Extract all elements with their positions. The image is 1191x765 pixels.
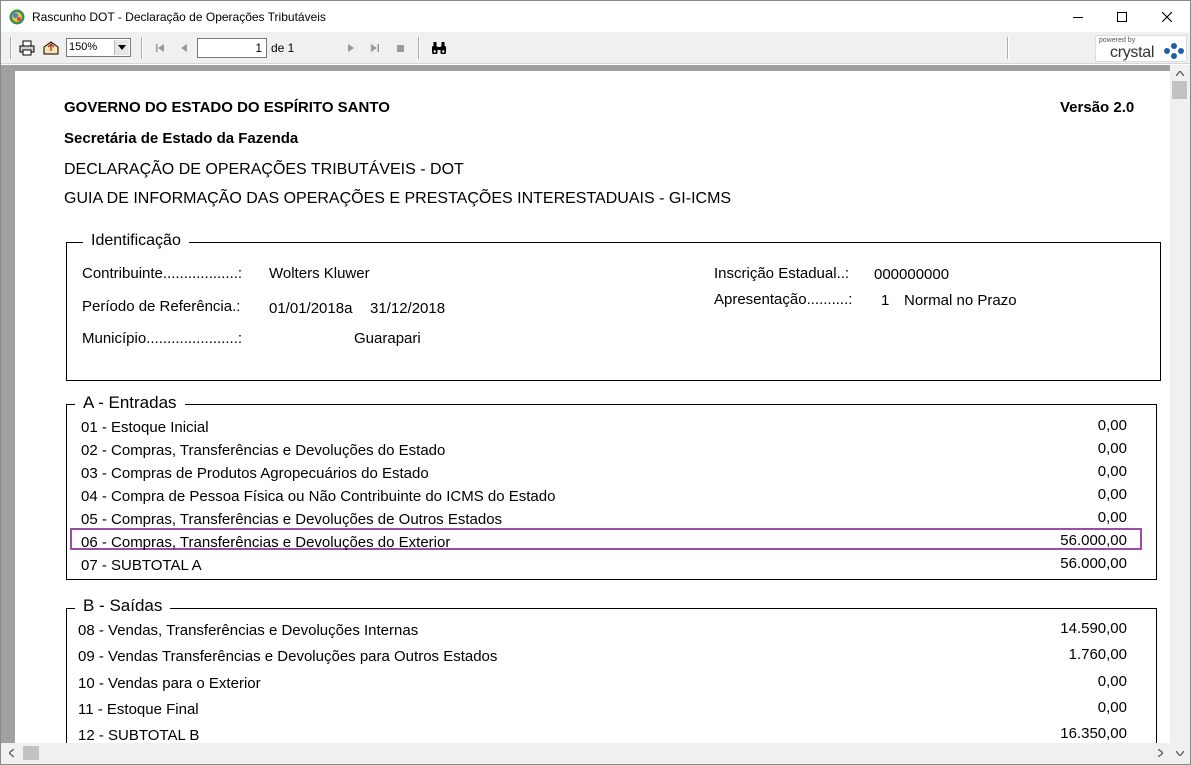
municipio-value: Guarapari <box>354 330 421 347</box>
report-version: Versão 2.0 <box>1060 99 1135 116</box>
app-icon <box>9 9 25 25</box>
minimize-button[interactable] <box>1055 1 1101 32</box>
inscricao-label: Inscrição Estadual..: <box>714 265 850 282</box>
entradas-row-value: 0,00 <box>1097 417 1127 434</box>
scroll-right-icon[interactable] <box>1152 745 1168 761</box>
scroll-left-icon[interactable] <box>3 745 19 761</box>
report-department: Secretária de Estado da Fazenda <box>64 130 299 147</box>
report-viewer-window: Rascunho DOT - Declaração de Operações T… <box>0 0 1191 765</box>
periodo-label: Período de Referência.: <box>82 298 241 315</box>
search-binoculars-icon[interactable] <box>430 39 448 57</box>
report-subtitle: GUIA DE INFORMAÇÃO DAS OPERAÇÕES E PREST… <box>64 190 732 207</box>
crystal-powered-by: powered by <box>1099 37 1136 44</box>
entradas-row-label: 02 - Compras, Transferências e Devoluçõe… <box>81 442 446 459</box>
chevron-down-icon[interactable] <box>114 40 129 55</box>
page-number-input[interactable]: 1 <box>197 38 267 58</box>
scrollbar-corner <box>1170 743 1190 764</box>
horizontal-scroll-thumb[interactable] <box>23 746 39 760</box>
saidas-row-label: 12 - SUBTOTAL B <box>78 727 200 744</box>
entradas-legend: A - Entradas <box>75 393 185 413</box>
toolbar-separator <box>141 37 143 59</box>
periodo-fim: 31/12/2018 <box>370 300 446 317</box>
entradas-row-label: 07 - SUBTOTAL A <box>81 557 202 574</box>
report-org-title: GOVERNO DO ESTADO DO ESPÍRITO SANTO <box>64 99 390 116</box>
vertical-scroll-thumb[interactable] <box>1172 81 1187 99</box>
periodo-inicio: 01/01/2018a <box>269 300 353 317</box>
inscricao-value: 000000000 <box>874 266 950 283</box>
zoom-select[interactable]: 150% <box>66 38 131 57</box>
title-bar: Rascunho DOT - Declaração de Operações T… <box>1 1 1190 32</box>
scroll-down-icon[interactable] <box>1172 745 1188 761</box>
saidas-row-value: 0,00 <box>1097 699 1127 716</box>
crystal-dots-icon <box>1164 43 1184 59</box>
saidas-row-label: 10 - Vendas para o Exterior <box>78 675 261 692</box>
apresentacao-label: Apresentação..........: <box>714 291 853 308</box>
entradas-row-label: 03 - Compras de Produtos Agropecuários d… <box>81 465 429 482</box>
vertical-scrollbar[interactable] <box>1170 65 1190 743</box>
entradas-row-value: 56.000,00 <box>1060 555 1127 572</box>
stop-icon[interactable] <box>391 39 409 57</box>
saidas-row-value: 0,00 <box>1097 673 1127 690</box>
report-page: GOVERNO DO ESTADO DO ESPÍRITO SANTO Vers… <box>15 71 1170 764</box>
report-title: DECLARAÇÃO DE OPERAÇÕES TRIBUTÁVEIS - DO… <box>64 161 464 178</box>
zoom-value: 150% <box>69 41 98 53</box>
apresentacao-code: 1 <box>881 292 890 309</box>
entradas-row-label: 01 - Estoque Inicial <box>81 419 209 436</box>
municipio-label: Município......................: <box>82 330 243 347</box>
scroll-up-icon[interactable] <box>1172 65 1188 81</box>
page-count-label: de 1 <box>271 41 295 55</box>
last-page-icon[interactable] <box>366 39 384 57</box>
apresentacao-value: Normal no Prazo <box>904 292 1017 309</box>
entradas-row-label: 05 - Compras, Transferências e Devoluçõe… <box>81 511 503 528</box>
crystal-logo: powered by crystal <box>1095 35 1187 62</box>
entradas-row-label: 06 - Compras, Transferências e Devoluçõe… <box>81 534 451 551</box>
saidas-row-label: 08 - Vendas, Transferências e Devoluções… <box>78 622 419 639</box>
first-page-icon[interactable] <box>151 39 169 57</box>
saidas-row-value: 14.590,00 <box>1060 620 1127 637</box>
entradas-row-value: 0,00 <box>1097 463 1127 480</box>
toolbar-separator <box>418 37 420 59</box>
contribuinte-value: Wolters Kluwer <box>269 265 370 282</box>
saidas-row-value: 1.760,00 <box>1068 646 1127 663</box>
window-title: Rascunho DOT - Declaração de Operações T… <box>32 10 326 24</box>
entradas-row-label: 04 - Compra de Pessoa Física ou Não Cont… <box>81 488 556 505</box>
saidas-row-value: 16.350,00 <box>1060 725 1127 742</box>
saidas-legend: B - Saídas <box>75 596 171 616</box>
entradas-row-value: 56.000,00 <box>1060 532 1127 549</box>
saidas-row-label: 09 - Vendas Transferências e Devoluções … <box>78 648 498 665</box>
toolbar: 150% 1 de 1 powered by crystal <box>1 32 1190 64</box>
contribuinte-label: Contribuinte..................: <box>82 265 243 282</box>
toolbar-separator <box>1007 37 1009 59</box>
previous-page-icon[interactable] <box>175 39 193 57</box>
horizontal-scrollbar[interactable] <box>1 743 1170 764</box>
entradas-row-value: 0,00 <box>1097 486 1127 503</box>
crystal-wordmark: crystal <box>1110 44 1155 61</box>
toolbar-grip <box>10 37 12 59</box>
report-viewport: GOVERNO DO ESTADO DO ESPÍRITO SANTO Vers… <box>1 65 1170 764</box>
identificacao-legend: Identificação <box>83 232 189 250</box>
print-icon[interactable] <box>18 39 36 57</box>
close-button[interactable] <box>1144 1 1190 32</box>
export-icon[interactable] <box>42 39 60 57</box>
saidas-row-label: 11 - Estoque Final <box>78 701 199 718</box>
entradas-row-value: 0,00 <box>1097 440 1127 457</box>
entradas-row-value: 0,00 <box>1097 509 1127 526</box>
next-page-icon[interactable] <box>342 39 360 57</box>
maximize-button[interactable] <box>1099 1 1145 32</box>
